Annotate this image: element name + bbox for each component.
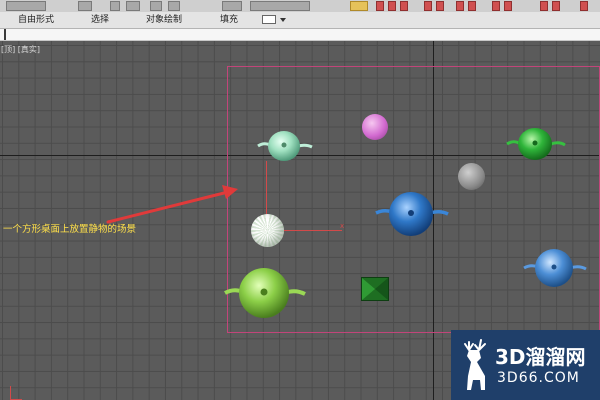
toolbar-icon[interactable] <box>6 1 46 11</box>
toolbar-icon[interactable] <box>250 1 310 11</box>
toolbar-icon[interactable] <box>388 1 396 11</box>
toolbar-icon[interactable] <box>504 1 512 11</box>
ribbon-bar: 自由形式 选择 对象绘制 填充 <box>0 12 600 29</box>
toolbar-icon[interactable] <box>400 1 408 11</box>
toolbar-icon[interactable] <box>168 1 180 11</box>
teapot-blue[interactable] <box>374 189 450 239</box>
teapot-mint[interactable] <box>256 126 316 166</box>
toolbar-icon[interactable] <box>580 1 588 11</box>
tab-populate[interactable]: 填充 <box>220 13 238 27</box>
toolbar-icon[interactable] <box>424 1 432 11</box>
tab-object-paint[interactable]: 对象绘制 <box>146 13 182 27</box>
teapot-green-small[interactable] <box>505 123 567 165</box>
sphere-pink[interactable] <box>362 114 388 140</box>
annotation-text: 一个方形桌面上放置静物的场景 <box>3 224 137 235</box>
watermark-brand: 3D溜溜网 <box>495 345 586 369</box>
ribbon-panel-collapsed <box>0 29 600 41</box>
deer-icon <box>464 339 486 390</box>
tab-selection[interactable]: 选择 <box>91 13 109 27</box>
teapot-blue-light[interactable] <box>522 246 588 290</box>
pyramid-green[interactable] <box>361 277 389 301</box>
toolbar-icon[interactable] <box>350 1 368 11</box>
ribbon-options-dropdown[interactable] <box>262 15 286 24</box>
toolbar-icon[interactable] <box>126 1 140 11</box>
geosphere-white[interactable] <box>251 214 284 247</box>
toolbar-icon[interactable] <box>492 1 500 11</box>
toolbar-icon[interactable] <box>552 1 560 11</box>
sphere-gray[interactable] <box>458 163 485 190</box>
tab-freeform[interactable]: 自由形式 <box>18 13 54 27</box>
toolbar-icon[interactable] <box>78 1 92 11</box>
panel-handle[interactable] <box>4 29 6 40</box>
watermark: 3D溜溜网 3D66.COM <box>451 330 600 400</box>
toolbar-icon[interactable] <box>436 1 444 11</box>
teapot-lime[interactable] <box>223 265 307 321</box>
toolbar-icon[interactable] <box>110 1 120 11</box>
toolbar-icon[interactable] <box>456 1 464 11</box>
toolbar-icon[interactable] <box>468 1 476 11</box>
toolbar-icon[interactable] <box>150 1 162 11</box>
toolbar-icon[interactable] <box>222 1 242 11</box>
watermark-domain: 3D66.COM <box>497 370 580 386</box>
toolbar-icon[interactable] <box>540 1 548 11</box>
toolbar-icon[interactable] <box>376 1 384 11</box>
